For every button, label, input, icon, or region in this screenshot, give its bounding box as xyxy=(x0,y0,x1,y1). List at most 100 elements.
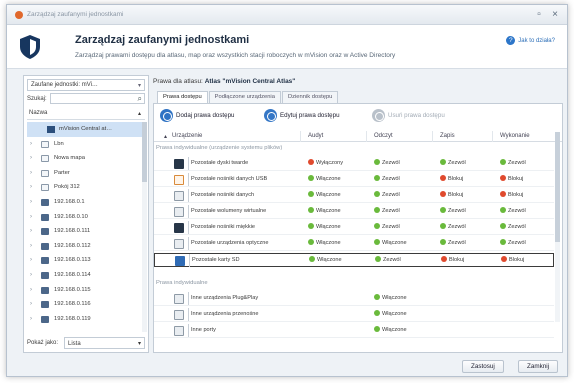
permission-cell-odczyt[interactable]: Zezwól xyxy=(374,221,400,234)
grid-scrollbar[interactable] xyxy=(555,132,560,322)
permission-cell-zapis[interactable]: Zezwól xyxy=(440,205,466,218)
permission-cell-audyt[interactable]: Wyłączony xyxy=(308,157,343,170)
column-header-device[interactable]: Urządzenie xyxy=(172,133,202,139)
permission-cell-odczyt[interactable]: Zezwól xyxy=(374,173,400,186)
expand-icon[interactable]: › xyxy=(30,312,32,327)
tree-item[interactable]: › Lbn xyxy=(27,137,145,152)
expand-icon[interactable]: › xyxy=(30,151,32,166)
expand-icon[interactable]: › xyxy=(30,297,32,312)
permission-cell-odczyt[interactable]: Włączone xyxy=(374,308,407,321)
status-dot-icon xyxy=(500,207,506,213)
expand-icon[interactable]: › xyxy=(30,253,32,268)
permission-cell-wykonanie[interactable]: Zezwól xyxy=(500,205,526,218)
show-as-dropdown[interactable]: Lista ▾ xyxy=(64,337,145,349)
close-button[interactable]: Zamknij xyxy=(518,360,559,373)
permission-cell-wykonanie[interactable]: Zezwól xyxy=(500,157,526,170)
expand-icon[interactable]: › xyxy=(30,268,32,283)
expand-icon[interactable]: › xyxy=(30,224,32,239)
column-header-read[interactable]: Odczyt xyxy=(374,133,393,139)
table-row[interactable]: Pozostałe nośniki miękkie Włączone Zezwól Z… xyxy=(154,221,554,235)
status-dot-icon xyxy=(375,256,381,262)
permission-cell-zapis[interactable]: Zezwól xyxy=(440,221,466,234)
table-row[interactable]: Pozostałe urządzenia optyczne Włączone Włą… xyxy=(154,237,554,251)
permission-cell-odczyt[interactable]: Zezwól xyxy=(374,189,400,202)
tree-item[interactable]: › 192.168.0.1 xyxy=(27,195,145,210)
expand-icon[interactable]: › xyxy=(30,180,32,195)
tree-item[interactable]: mVision Central at… xyxy=(27,122,145,137)
tree-item[interactable]: › Parter xyxy=(27,166,145,181)
column-header-execute[interactable]: Wykonanie xyxy=(500,133,530,139)
tab-access-rights[interactable]: Prawa dostępu xyxy=(157,91,208,103)
tree-item[interactable]: › 192.168.0.115 xyxy=(27,283,145,298)
table-row[interactable]: Inne porty Włączone xyxy=(154,324,554,338)
table-row[interactable]: Pozostałe nośniki danych Włączone Zezwól Bl… xyxy=(154,189,554,203)
permission-cell-wykonanie[interactable]: Zezwól xyxy=(500,237,526,250)
table-row[interactable]: Pozostałe karty SD Włączone Zezwól Blokuj Bl… xyxy=(154,253,554,267)
column-header-write[interactable]: Zapis xyxy=(440,133,455,139)
permission-value: Włączone xyxy=(382,327,407,333)
permission-cell-zapis[interactable]: Zezwól xyxy=(440,157,466,170)
tree-column-header[interactable]: Nazwa ▴ xyxy=(27,110,145,120)
add-rights-button[interactable]: Dodaj prawa dostępu xyxy=(160,109,234,123)
delete-rights-button[interactable]: Usuń prawa dostępu xyxy=(372,109,445,123)
expand-icon[interactable]: › xyxy=(30,195,32,210)
tree-header-label: Nazwa xyxy=(29,110,48,116)
permission-cell-odczyt[interactable]: Zezwól xyxy=(375,254,401,267)
tree-item[interactable]: › Pokój 312 xyxy=(27,180,145,195)
apply-button[interactable]: Zastosuj xyxy=(462,360,504,373)
help-link[interactable]: ? Jak to działa? xyxy=(506,36,555,45)
table-row[interactable]: Pozostałe dyski twarde Wyłączony Zezwól Zez… xyxy=(154,157,554,171)
tree-item[interactable]: › 192.168.0.116 xyxy=(27,297,145,312)
tree-scrollbar[interactable] xyxy=(142,122,147,332)
permission-cell-audyt[interactable]: Włączone xyxy=(308,173,341,186)
permission-cell-zapis[interactable]: Blokuj xyxy=(440,173,463,186)
permission-cell-wykonanie[interactable]: Blokuj xyxy=(501,254,524,267)
tab-connected-devices[interactable]: Podłączone urządzenia xyxy=(208,91,281,103)
permission-cell-odczyt[interactable]: Włączone xyxy=(374,324,407,337)
tree-item[interactable]: › 192.168.0.114 xyxy=(27,268,145,283)
permission-cell-audyt[interactable]: Włączone xyxy=(308,205,341,218)
tree-item[interactable]: › Nowa mapa xyxy=(27,151,145,166)
permission-value: Zezwól xyxy=(382,224,400,230)
tree-item[interactable]: › 192.168.0.10 xyxy=(27,210,145,225)
permission-cell-zapis[interactable]: Blokuj xyxy=(440,189,463,202)
table-row[interactable]: Inne urządzenia przenośne Włączone xyxy=(154,308,554,322)
scope-dropdown[interactable]: Zaufane jednostki: mVi… ▾ xyxy=(27,79,145,91)
table-row[interactable]: Pozostałe nośniki danych USB Włączone Zezw… xyxy=(154,173,554,187)
table-row[interactable]: Inne urządzenia Plug&Play Włączone xyxy=(154,292,554,306)
scrollbar-thumb[interactable] xyxy=(142,122,147,182)
close-window-button[interactable]: × xyxy=(549,9,561,21)
tab-access-log[interactable]: Dziennik dostępu xyxy=(281,91,339,103)
expand-icon[interactable]: › xyxy=(30,166,32,181)
column-header-audit[interactable]: Audyt xyxy=(308,133,323,139)
permission-cell-odczyt[interactable]: Zezwól xyxy=(374,205,400,218)
permission-cell-wykonanie[interactable]: Zezwól xyxy=(500,221,526,234)
status-dot-icon xyxy=(440,159,446,165)
expand-icon[interactable]: › xyxy=(30,283,32,298)
permission-cell-zapis[interactable]: Zezwól xyxy=(440,237,466,250)
expand-icon[interactable]: › xyxy=(30,137,32,152)
permission-cell-wykonanie[interactable]: Blokuj xyxy=(500,189,523,202)
permission-cell-audyt[interactable]: Włączone xyxy=(308,189,341,202)
search-input[interactable]: ⌕ xyxy=(50,93,145,104)
tree-item[interactable]: › 192.168.0.112 xyxy=(27,239,145,254)
edit-rights-button[interactable]: Edytuj prawa dostępu xyxy=(264,109,340,123)
tree-item[interactable]: › 192.168.0.111 xyxy=(27,224,145,239)
permission-cell-zapis[interactable]: Blokuj xyxy=(441,254,464,267)
expand-icon[interactable]: › xyxy=(30,239,32,254)
permission-cell-audyt[interactable]: Włączone xyxy=(309,254,342,267)
permission-value: Blokuj xyxy=(448,192,464,198)
permission-cell-audyt[interactable]: Włączone xyxy=(308,221,341,234)
permission-cell-odczyt[interactable]: Zezwól xyxy=(374,157,400,170)
permission-cell-odczyt[interactable]: Włączone xyxy=(374,292,407,305)
table-row[interactable]: Pozostałe wolumeny wirtualne Włączone Zezw… xyxy=(154,205,554,219)
tree-item[interactable]: › 192.168.0.113 xyxy=(27,253,145,268)
minimize-button[interactable]: ▫ xyxy=(533,9,545,21)
permission-cell-audyt[interactable]: Włączone xyxy=(308,237,341,250)
permission-cell-wykonanie[interactable]: Blokuj xyxy=(500,173,523,186)
tree-item[interactable]: › 192.168.0.119 xyxy=(27,312,145,327)
page-description: Zarządzaj prawami dostępu dla atlasu, ma… xyxy=(75,52,396,59)
scrollbar-thumb[interactable] xyxy=(555,132,560,242)
permission-cell-odczyt[interactable]: Włączone xyxy=(374,237,407,250)
expand-icon[interactable]: › xyxy=(30,210,32,225)
